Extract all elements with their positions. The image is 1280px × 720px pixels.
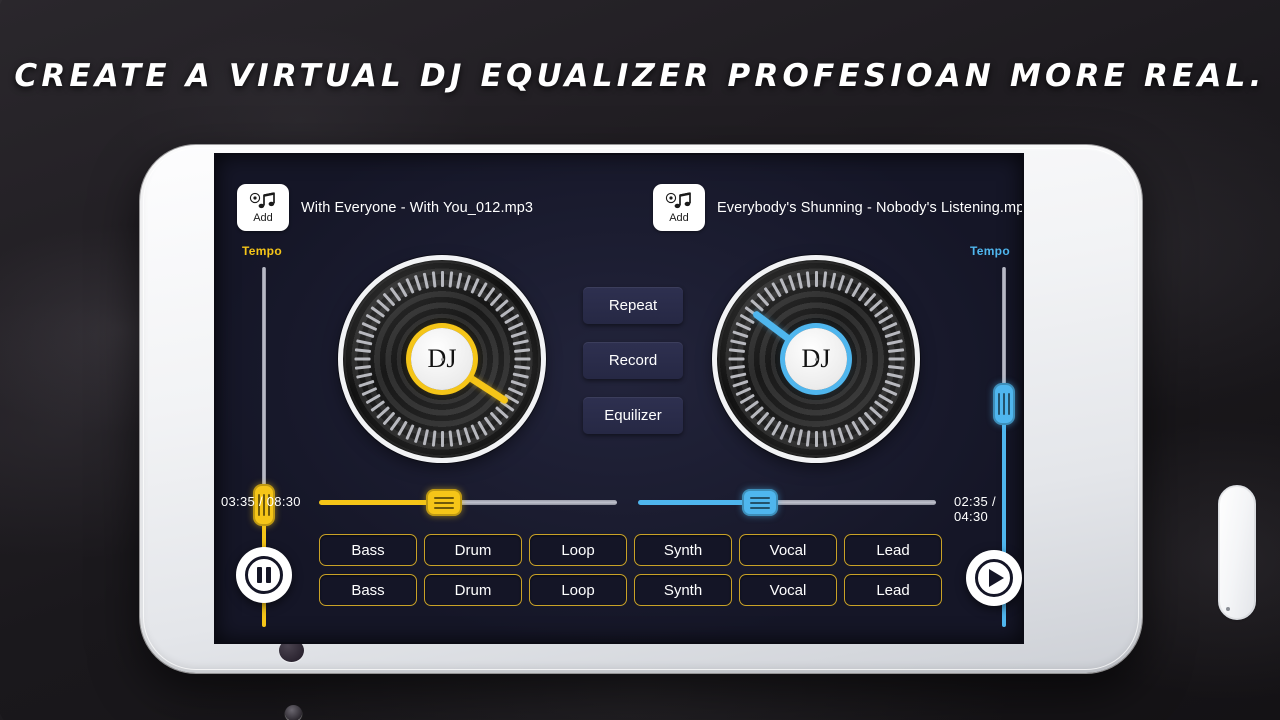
tempo-slider-thumb-right[interactable] [993, 382, 1015, 425]
page-title: CREATE A VIRTUAL DJ EQUALIZER PROFESIOAN… [14, 58, 1266, 94]
play-button[interactable] [966, 550, 1022, 606]
pad-loop-1[interactable]: Loop [529, 534, 627, 566]
pad-row-2: Bass Drum Loop Synth Vocal Lead [319, 574, 942, 606]
music-note-add-icon [249, 191, 275, 208]
pause-icon [245, 556, 283, 594]
home-button[interactable] [1218, 485, 1256, 620]
pad-synth-1[interactable]: Synth [634, 534, 732, 566]
add-track-button-left[interactable]: Add [237, 184, 289, 231]
track-header-right: Add Everybody's Shunning - Nobody's List… [653, 184, 1022, 231]
pad-lead-2[interactable]: Lead [844, 574, 942, 606]
pad-bass-2[interactable]: Bass [319, 574, 417, 606]
pad-bass-1[interactable]: Bass [319, 534, 417, 566]
repeat-button[interactable]: Repeat [583, 287, 683, 324]
add-track-button-right[interactable]: Add [653, 184, 705, 231]
track-title-right: Everybody's Shunning - Nobody's Listenin… [717, 199, 1022, 216]
pad-drum-1[interactable]: Drum [424, 534, 522, 566]
pad-row-1: Bass Drum Loop Synth Vocal Lead [319, 534, 942, 566]
equalizer-button[interactable]: Equilizer [583, 397, 683, 434]
platter-spindle-left [440, 357, 444, 361]
track-header-left: Add With Everyone - With You_012.mp3 [237, 184, 533, 231]
play-icon [975, 559, 1013, 597]
light-sensor-icon [279, 639, 304, 662]
progress-thumb-left[interactable] [426, 489, 463, 516]
pad-drum-2[interactable]: Drum [424, 574, 522, 606]
progress-remainder-right [760, 500, 936, 505]
track-title-left: With Everyone - With You_012.mp3 [301, 199, 534, 216]
tempo-track-upper-left [262, 267, 266, 505]
turntable-left[interactable]: DJ [338, 255, 546, 463]
time-display-right: 02:35 / 04:30 [954, 494, 996, 524]
pad-lead-1[interactable]: Lead [844, 534, 942, 566]
tempo-label-right: Tempo [970, 244, 1010, 258]
sample-pad-grid: Bass Drum Loop Synth Vocal Lead Bass Dru… [319, 534, 942, 606]
progress-thumb-right[interactable] [742, 489, 779, 516]
pad-synth-2[interactable]: Synth [634, 574, 732, 606]
progress-slider-left[interactable] [319, 489, 617, 516]
bottom-camera-icon [285, 705, 302, 720]
progress-slider-right[interactable] [638, 489, 936, 516]
music-note-add-icon [665, 191, 691, 208]
add-track-label-right: Add [669, 211, 689, 224]
pause-button[interactable] [236, 547, 292, 603]
record-button[interactable]: Record [583, 342, 683, 379]
app-screen: Add With Everyone - With You_012.mp3 Add… [216, 155, 1022, 642]
progress-remainder-left [444, 500, 617, 505]
turntable-right[interactable]: DJ [712, 255, 920, 463]
tempo-label-left: Tempo [242, 244, 282, 258]
center-button-group: Repeat Record Equilizer [583, 287, 683, 434]
pad-vocal-2[interactable]: Vocal [739, 574, 837, 606]
pad-vocal-1[interactable]: Vocal [739, 534, 837, 566]
add-track-label-left: Add [253, 211, 273, 224]
platter-spindle-right [814, 357, 818, 361]
time-display-left: 03:35 / 08:30 [221, 494, 301, 509]
pad-loop-2[interactable]: Loop [529, 574, 627, 606]
